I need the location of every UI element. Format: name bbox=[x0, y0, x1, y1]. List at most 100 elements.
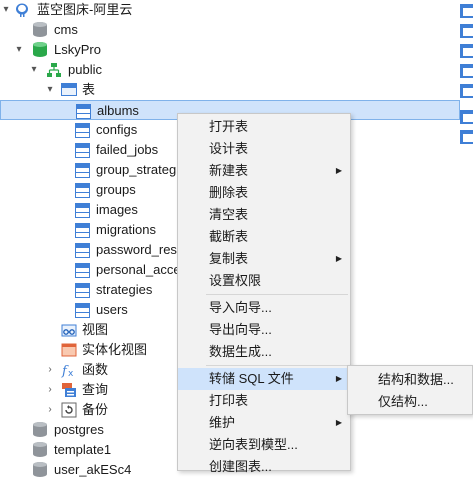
functions-label: 函数 bbox=[82, 362, 109, 377]
database-label: cms bbox=[54, 22, 78, 37]
menu-item-empty-table[interactable]: 清空表 bbox=[178, 204, 350, 226]
chevron-down-icon[interactable]: ▾ bbox=[45, 80, 55, 100]
menu-item-export-wizard[interactable]: 导出向导... bbox=[178, 319, 350, 341]
chevron-down-icon[interactable]: ▾ bbox=[29, 60, 39, 80]
submenu-arrow-icon: ▶ bbox=[335, 418, 342, 427]
menu-item-label: 打开表 bbox=[209, 119, 249, 134]
views-label: 视图 bbox=[82, 322, 109, 337]
database-icon bbox=[33, 22, 47, 37]
object-panel-table-icon bbox=[460, 64, 473, 78]
menu-item-label: 清空表 bbox=[209, 207, 249, 222]
tree-database-lskypro[interactable]: ▾ LskyPro bbox=[0, 40, 460, 60]
submenu-item-structure-only[interactable]: 仅结构... bbox=[348, 391, 472, 413]
materialized-view-icon bbox=[61, 342, 77, 358]
menu-item-label: 数据生成... bbox=[209, 344, 272, 359]
menu-separator bbox=[206, 365, 348, 366]
table-label: strategies bbox=[96, 282, 153, 297]
menu-item-set-permissions[interactable]: 设置权限 bbox=[178, 270, 350, 292]
menu-item-label: 导出向导... bbox=[209, 322, 272, 337]
tree-schema-public[interactable]: ▾ public bbox=[0, 60, 460, 80]
queries-label: 查询 bbox=[82, 382, 109, 397]
table-label: albums bbox=[97, 103, 139, 118]
table-icon bbox=[75, 283, 90, 298]
menu-item-create-chart[interactable]: 创建图表... bbox=[178, 456, 350, 478]
menu-item-label: 仅结构... bbox=[378, 394, 428, 409]
database-icon bbox=[33, 422, 47, 437]
menu-item-new-table[interactable]: 新建表 ▶ bbox=[178, 160, 350, 182]
table-icon bbox=[75, 303, 90, 318]
postgresql-elephant-icon bbox=[14, 2, 30, 18]
object-panel-table-icon bbox=[460, 44, 473, 58]
menu-item-print-table[interactable]: 打印表 bbox=[178, 390, 350, 412]
table-icon bbox=[75, 223, 90, 238]
menu-item-label: 逆向表到模型... bbox=[209, 437, 298, 452]
menu-item-import-wizard[interactable]: 导入向导... bbox=[178, 297, 350, 319]
table-label: users bbox=[96, 302, 128, 317]
menu-item-label: 创建图表... bbox=[209, 459, 272, 474]
backup-icon bbox=[61, 402, 77, 418]
menu-item-duplicate-table[interactable]: 复制表 ▶ bbox=[178, 248, 350, 270]
chevron-right-icon[interactable]: › bbox=[45, 400, 55, 420]
object-panel-table-icon bbox=[460, 84, 473, 98]
database-label: user_akESc4 bbox=[54, 462, 132, 477]
menu-item-truncate-table[interactable]: 截断表 bbox=[178, 226, 350, 248]
database-label: LskyPro bbox=[54, 42, 101, 57]
schema-icon bbox=[46, 62, 62, 78]
materialized-views-label: 实体化视图 bbox=[82, 342, 148, 357]
menu-item-label: 设置权限 bbox=[209, 273, 262, 288]
menu-item-data-generation[interactable]: 数据生成... bbox=[178, 341, 350, 363]
chevron-right-icon[interactable]: › bbox=[45, 380, 55, 400]
chevron-down-icon[interactable]: ▾ bbox=[1, 0, 11, 20]
submenu-item-structure-and-data[interactable]: 结构和数据... bbox=[348, 369, 472, 391]
table-icon bbox=[75, 263, 90, 278]
table-icon bbox=[75, 183, 90, 198]
tree-tables-group[interactable]: ▾ 表 bbox=[0, 80, 460, 100]
menu-item-label: 复制表 bbox=[209, 251, 249, 266]
tree-database-cms[interactable]: cms bbox=[0, 20, 460, 40]
menu-item-label: 结构和数据... bbox=[378, 372, 454, 387]
dump-sql-submenu: 结构和数据... 仅结构... bbox=[347, 365, 473, 415]
submenu-arrow-icon: ▶ bbox=[335, 166, 342, 175]
tables-folder-icon bbox=[61, 83, 77, 97]
table-label: groups bbox=[96, 182, 136, 197]
chevron-down-icon[interactable]: ▾ bbox=[14, 40, 24, 60]
database-label: template1 bbox=[54, 442, 112, 457]
menu-item-delete-table[interactable]: 删除表 bbox=[178, 182, 350, 204]
table-label: failed_jobs bbox=[96, 142, 159, 157]
table-label: password_rese bbox=[96, 242, 185, 257]
menu-item-label: 维护 bbox=[209, 415, 236, 430]
menu-item-label: 新建表 bbox=[209, 163, 249, 178]
tree-connection-row[interactable]: ▾ 蓝空图床-阿里云 bbox=[0, 0, 460, 20]
table-icon bbox=[75, 243, 90, 258]
object-panel-table-icon bbox=[460, 130, 473, 144]
menu-separator bbox=[206, 294, 348, 295]
svg-text:x: x bbox=[68, 369, 74, 378]
menu-item-label: 截断表 bbox=[209, 229, 249, 244]
table-label: migrations bbox=[96, 222, 156, 237]
menu-item-open-table[interactable]: 打开表 bbox=[178, 116, 350, 138]
menu-item-design-table[interactable]: 设计表 bbox=[178, 138, 350, 160]
backups-label: 备份 bbox=[82, 402, 109, 417]
submenu-arrow-icon: ▶ bbox=[335, 374, 342, 383]
table-context-menu: 打开表 设计表 新建表 ▶ 删除表 清空表 截断表 复制表 ▶ 设置权限 导入向导.… bbox=[177, 113, 351, 474]
chevron-right-icon[interactable]: › bbox=[45, 360, 55, 380]
menu-item-label: 转储 SQL 文件 bbox=[209, 371, 294, 386]
database-label: postgres bbox=[54, 422, 104, 437]
object-panel-table-icon bbox=[460, 110, 473, 124]
menu-item-reverse-to-model[interactable]: 逆向表到模型... bbox=[178, 434, 350, 456]
database-open-icon bbox=[33, 42, 47, 57]
connection-name: 蓝空图床-阿里云 bbox=[37, 2, 133, 17]
table-label: personal_acce bbox=[96, 262, 181, 277]
menu-item-dump-sql-file[interactable]: 转储 SQL 文件 ▶ bbox=[178, 368, 350, 390]
table-label: images bbox=[96, 202, 138, 217]
database-icon bbox=[33, 442, 47, 457]
table-icon bbox=[75, 203, 90, 218]
table-icon bbox=[75, 123, 90, 138]
function-fx-icon: fx bbox=[61, 362, 77, 379]
tables-group-label: 表 bbox=[82, 82, 96, 97]
object-panel-table-icon bbox=[460, 4, 473, 18]
submenu-arrow-icon: ▶ bbox=[335, 254, 342, 263]
database-icon bbox=[33, 462, 47, 477]
schema-label: public bbox=[68, 62, 102, 77]
menu-item-maintenance[interactable]: 维护 ▶ bbox=[178, 412, 350, 434]
